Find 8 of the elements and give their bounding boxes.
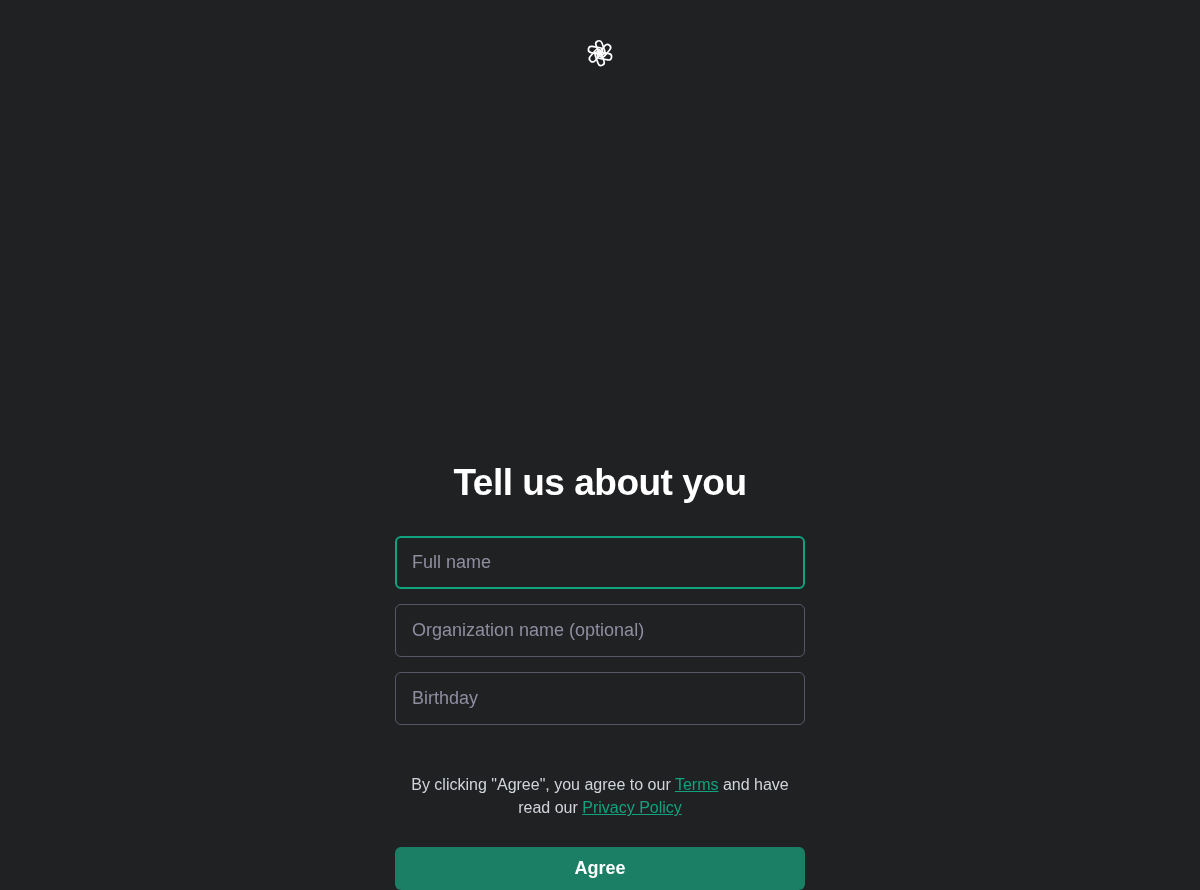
- policy-link[interactable]: Privacy Policy: [582, 799, 682, 817]
- page-title: Tell us about you: [453, 461, 747, 506]
- policy-link[interactable]: Terms: [674, 776, 719, 794]
- input-field[interactable]: Organization name (optional): [395, 604, 805, 658]
- input-field[interactable]: Full name: [395, 536, 805, 590]
- input-field[interactable]: Birthday: [395, 672, 805, 726]
- agree-button[interactable]: Agree: [395, 847, 805, 890]
- consent-text: By clicking "Agree", you agree to our Terms and have read our Privacy Policy: [410, 775, 790, 819]
